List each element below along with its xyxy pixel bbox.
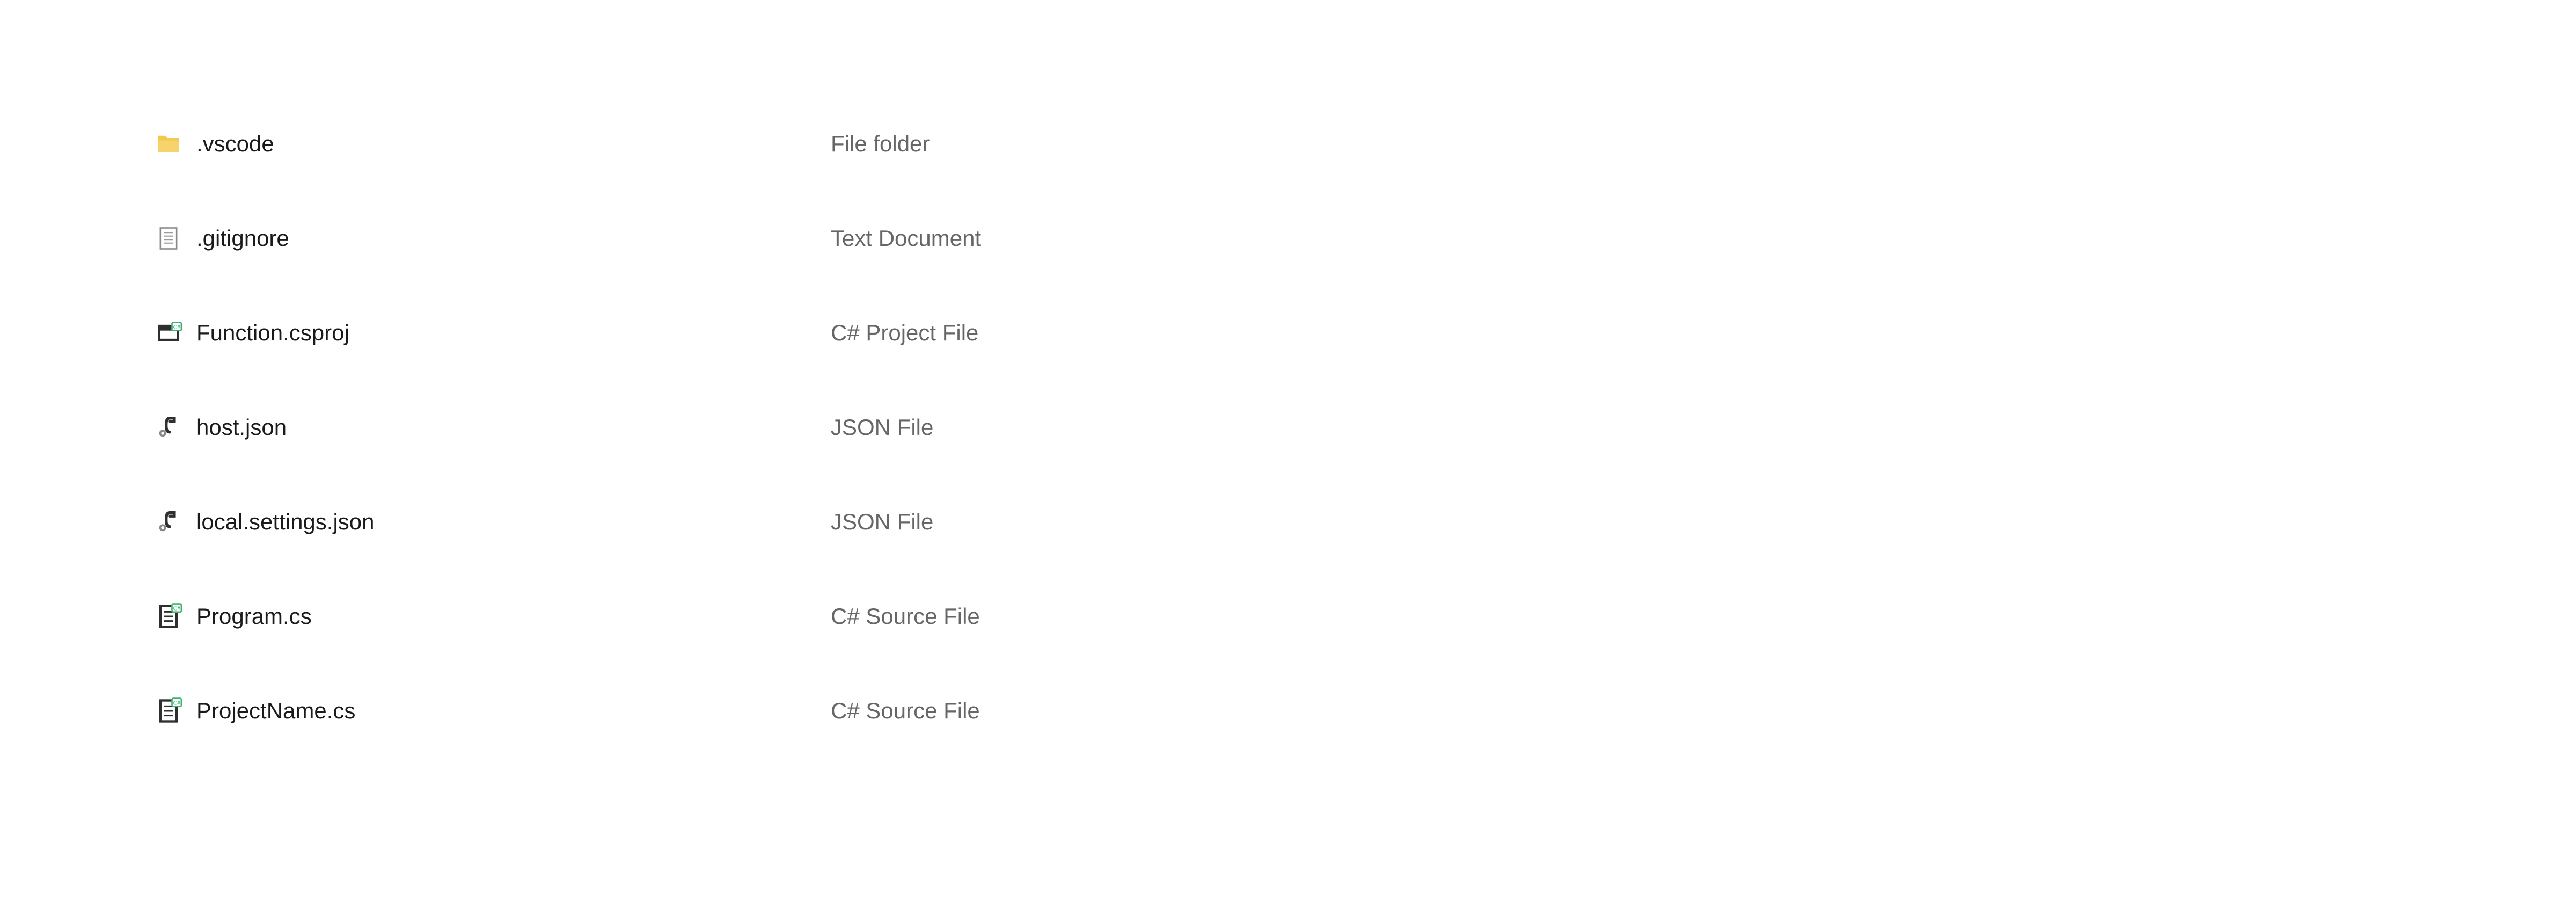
cs-source-icon: C# [150, 697, 187, 725]
file-type: File folder [831, 131, 930, 157]
list-item[interactable]: .gitignore Text Document [150, 191, 2576, 286]
file-name: .gitignore [187, 226, 831, 251]
list-item[interactable]: local.settings.json JSON File [150, 475, 2576, 569]
text-doc-icon [150, 224, 187, 252]
list-item[interactable]: C# Program.cs C# Source File [150, 569, 2576, 664]
list-item[interactable]: .vscode File folder [150, 97, 2576, 191]
file-type: Text Document [831, 226, 981, 251]
file-type: JSON File [831, 509, 933, 535]
json-icon [150, 508, 187, 536]
file-name: .vscode [187, 131, 831, 157]
list-item[interactable]: host.json JSON File [150, 380, 2576, 475]
svg-text:C#: C# [173, 324, 181, 331]
list-item[interactable]: C# Function.csproj C# Project File [150, 286, 2576, 380]
folder-icon [150, 130, 187, 158]
file-type: C# Source File [831, 698, 980, 724]
file-name: host.json [187, 415, 831, 440]
file-name: ProjectName.cs [187, 698, 831, 724]
file-name: Function.csproj [187, 320, 831, 346]
csproj-icon: C# [150, 319, 187, 347]
file-name: Program.cs [187, 604, 831, 629]
file-type: C# Project File [831, 320, 978, 346]
svg-text:C#: C# [173, 606, 181, 612]
list-item[interactable]: C# ProjectName.cs C# Source File [150, 664, 2576, 758]
json-icon [150, 413, 187, 441]
file-name: local.settings.json [187, 509, 831, 535]
file-type: C# Source File [831, 604, 980, 629]
cs-source-icon: C# [150, 602, 187, 630]
file-type: JSON File [831, 415, 933, 440]
svg-text:C#: C# [173, 700, 181, 707]
file-list: .vscode File folder .gitignore Text Docu… [150, 97, 2576, 758]
